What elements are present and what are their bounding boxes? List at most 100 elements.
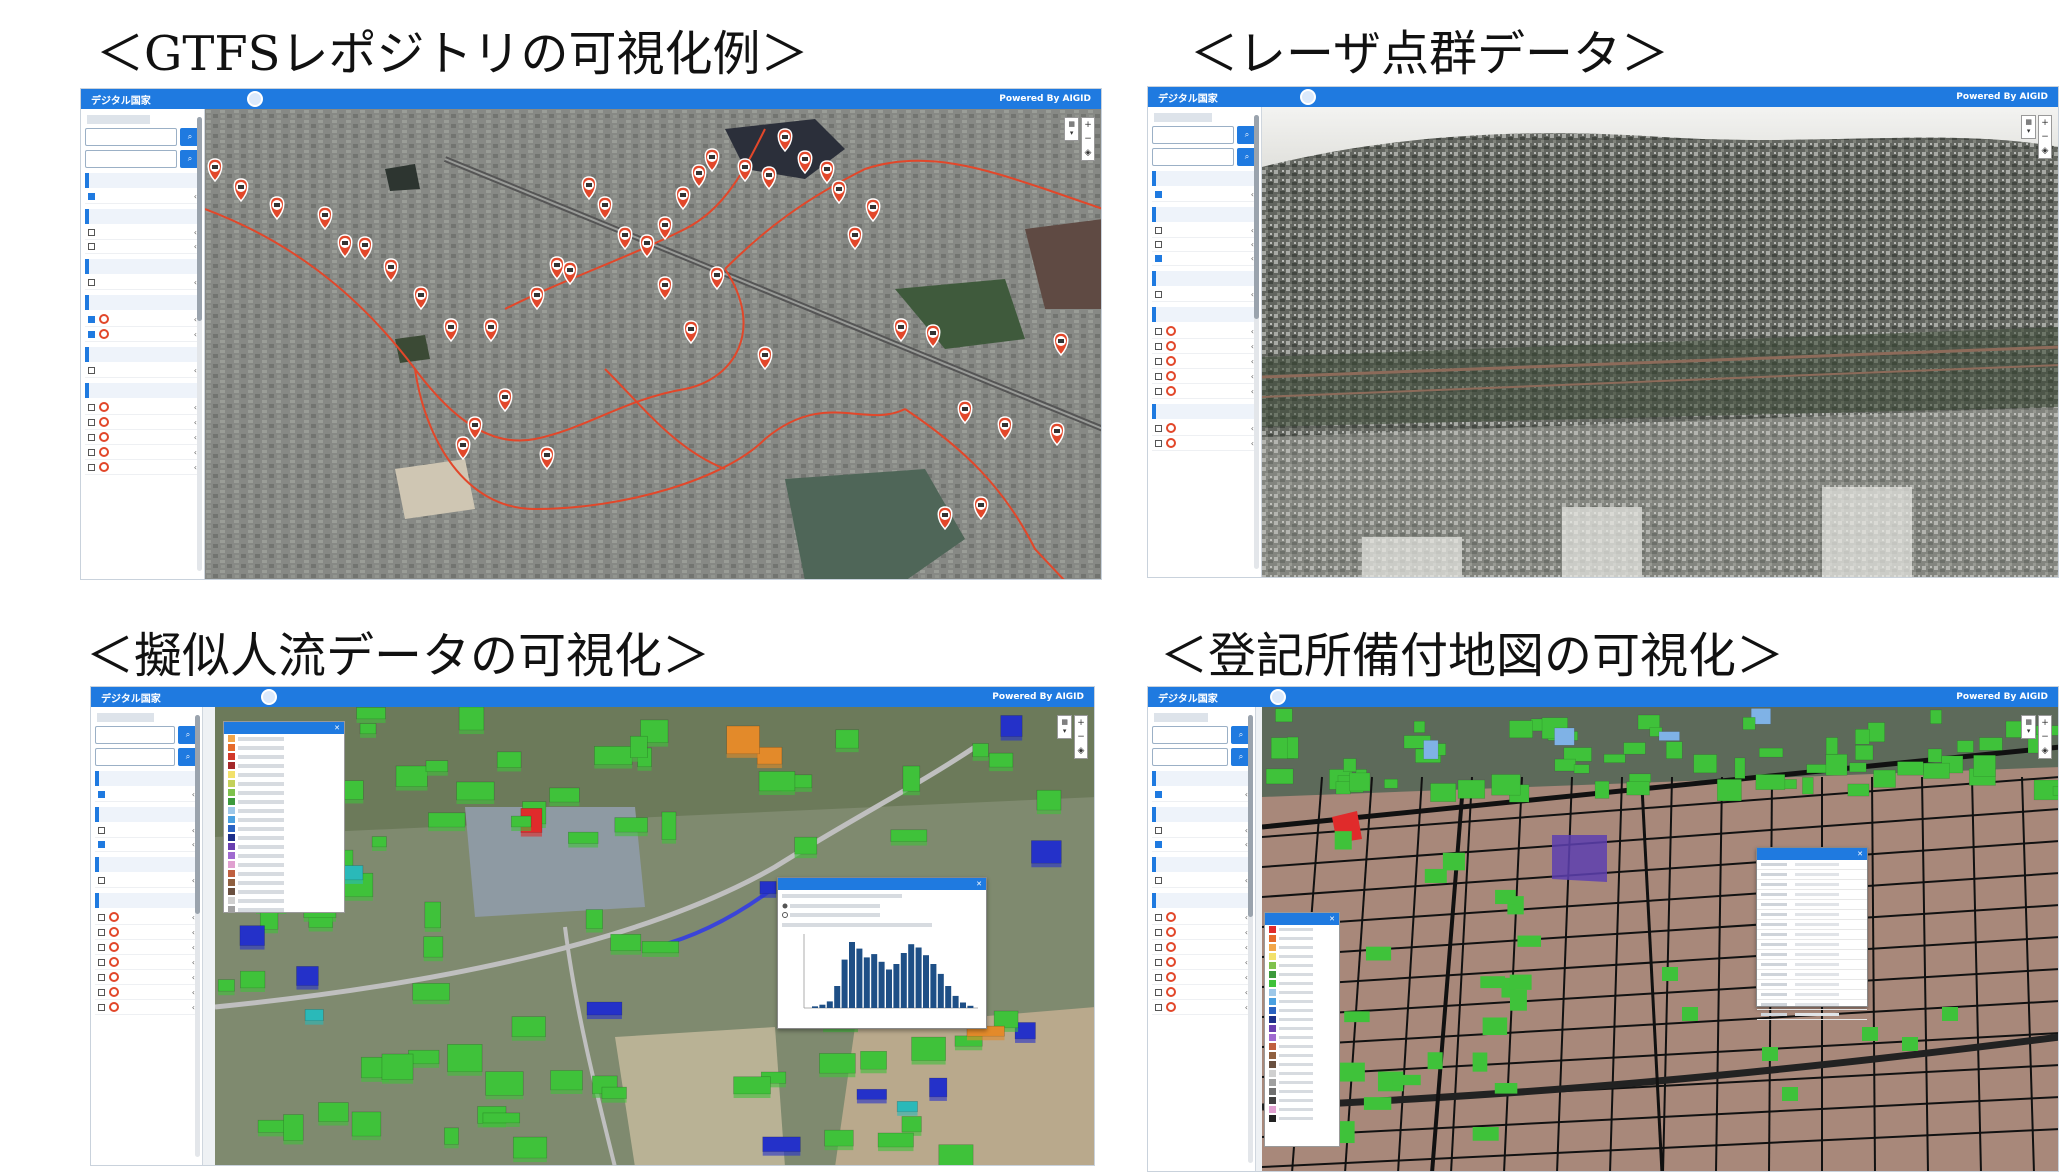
layer-item[interactable]: ‹ (1152, 369, 1257, 384)
zoom-out-button[interactable]: − (1075, 730, 1087, 744)
building[interactable] (929, 1077, 948, 1101)
building[interactable] (371, 836, 387, 851)
building[interactable] (988, 752, 1014, 772)
building[interactable] (1734, 757, 1746, 779)
building[interactable] (1442, 852, 1465, 871)
building[interactable] (1495, 889, 1516, 905)
layer-item[interactable]: ‹ (95, 788, 198, 802)
layer-item[interactable]: ‹ (85, 430, 200, 445)
checkbox[interactable] (88, 330, 95, 338)
building[interactable] (1343, 758, 1357, 773)
building[interactable] (296, 966, 319, 990)
checkbox[interactable] (1155, 827, 1162, 834)
checkbox[interactable] (98, 928, 105, 936)
layer-item[interactable]: ‹ (1152, 940, 1251, 955)
basemap-selector[interactable]: ▦ ▾ (1057, 715, 1072, 739)
building[interactable] (1665, 741, 1683, 759)
building[interactable] (444, 1127, 459, 1149)
building[interactable] (1682, 1007, 1698, 1021)
layer-group[interactable] (1152, 404, 1257, 419)
layer-item[interactable]: ‹ (85, 364, 200, 378)
map-viewport[interactable]: ✕ ✕ + − ◈ ▦ ▾ (1262, 707, 2058, 1171)
search-globe-icon[interactable] (1270, 689, 1286, 705)
sidebar-scrollbar[interactable] (197, 117, 202, 571)
layer-item[interactable]: ‹ (85, 327, 200, 342)
building[interactable] (447, 1044, 483, 1076)
building[interactable] (1862, 1027, 1878, 1041)
layer-item[interactable]: ‹ (95, 824, 198, 838)
building[interactable] (456, 781, 495, 804)
compass-button[interactable]: ◈ (2039, 744, 2051, 758)
search-globe-icon[interactable] (1300, 89, 1316, 105)
search-input[interactable] (1152, 726, 1228, 744)
checkbox[interactable] (1155, 928, 1162, 936)
building[interactable] (1855, 729, 1870, 745)
layer-item[interactable]: ‹ (1152, 421, 1257, 436)
building[interactable] (342, 780, 364, 804)
building[interactable] (1339, 1062, 1365, 1082)
building[interactable] (496, 751, 522, 772)
checkbox[interactable] (1155, 439, 1162, 447)
building[interactable] (902, 765, 921, 796)
building[interactable] (1554, 727, 1575, 746)
layer-item[interactable]: ‹ (85, 415, 200, 430)
building[interactable] (512, 1136, 548, 1163)
building[interactable] (856, 1088, 887, 1104)
checkbox[interactable] (98, 841, 105, 848)
building[interactable] (1825, 737, 1838, 755)
layer-group[interactable] (85, 209, 200, 224)
layer-item[interactable]: ‹ (95, 874, 198, 888)
search-globe-icon[interactable] (247, 91, 263, 107)
building[interactable] (1623, 742, 1646, 755)
basemap-selector[interactable]: ▦ ▾ (2021, 115, 2036, 139)
layer-item[interactable]: ‹ (1152, 288, 1257, 302)
building[interactable] (1509, 720, 1533, 739)
layer-item[interactable]: ‹ (1152, 436, 1257, 451)
building[interactable] (1662, 967, 1678, 981)
search-globe-icon[interactable] (261, 689, 277, 705)
building[interactable] (610, 933, 642, 955)
zoom-out-button[interactable]: − (2039, 130, 2051, 144)
building[interactable] (1782, 1087, 1798, 1101)
registry-map[interactable] (1262, 707, 2058, 1171)
layer-item[interactable]: ‹ (85, 400, 200, 415)
layer-item[interactable]: ‹ (85, 226, 200, 240)
layer-item[interactable]: ‹ (1152, 955, 1251, 970)
building[interactable] (1716, 779, 1742, 802)
building[interactable] (1265, 768, 1294, 785)
building[interactable] (1973, 754, 1996, 777)
layer-group[interactable] (1152, 307, 1257, 322)
layer-item[interactable]: ‹ (1152, 384, 1257, 399)
building[interactable] (240, 970, 266, 992)
map-viewport[interactable]: ✕ ✕ + − ◈ ▦ ▾ (215, 707, 1094, 1165)
layer-item[interactable]: ‹ (95, 940, 198, 955)
keyword-input[interactable] (1152, 748, 1228, 766)
layer-group[interactable] (85, 259, 200, 274)
checkbox[interactable] (1155, 191, 1162, 198)
building[interactable] (356, 707, 386, 723)
checkbox[interactable] (1155, 241, 1162, 248)
checkbox[interactable] (98, 988, 105, 996)
building[interactable] (1758, 747, 1784, 758)
checkbox[interactable] (98, 791, 105, 798)
building[interactable] (1423, 740, 1439, 760)
compass-button[interactable]: ◈ (1075, 744, 1087, 758)
layer-item[interactable]: ‹ (1152, 874, 1251, 888)
building[interactable] (425, 760, 449, 776)
checkbox[interactable] (1155, 357, 1162, 365)
checkbox[interactable] (1155, 327, 1162, 335)
checkbox[interactable] (88, 315, 95, 323)
layer-group[interactable] (1152, 771, 1251, 786)
layer-item[interactable]: ‹ (95, 910, 198, 925)
building[interactable] (549, 787, 580, 807)
building[interactable] (938, 1144, 974, 1165)
building[interactable] (1000, 715, 1023, 741)
building[interactable] (1392, 1074, 1421, 1086)
layer-item[interactable]: ‹ (85, 460, 200, 475)
layer-group[interactable] (1152, 207, 1257, 222)
checkbox[interactable] (88, 229, 95, 236)
building[interactable] (283, 1114, 304, 1145)
building[interactable] (568, 831, 599, 848)
building[interactable] (1335, 781, 1351, 795)
building[interactable] (585, 909, 603, 933)
